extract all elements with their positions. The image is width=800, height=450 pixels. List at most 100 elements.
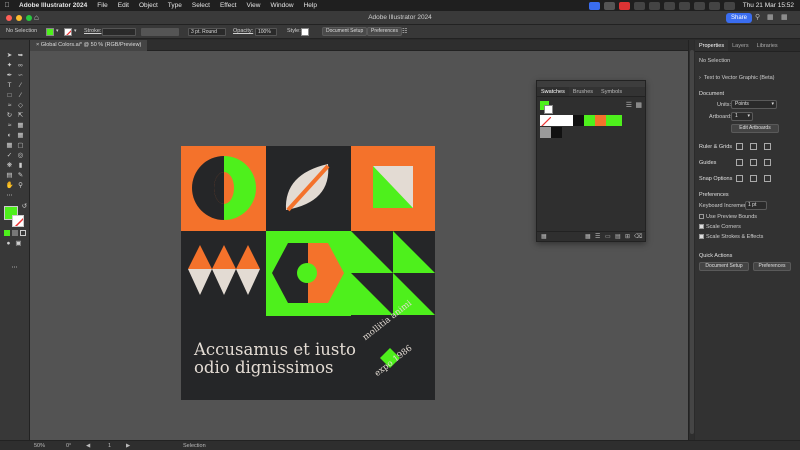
grid-icon[interactable] xyxy=(750,143,757,150)
swatch-options-icon[interactable]: ☰ xyxy=(595,233,600,240)
document-tab-label[interactable]: Global Colors.ai* @ 50 % (RGB/Preview) xyxy=(41,42,142,48)
fill-color-swatch[interactable] xyxy=(46,28,54,36)
snap-to-point-icon[interactable] xyxy=(736,175,743,182)
swatch-gray[interactable] xyxy=(540,127,551,138)
share-button[interactable]: Share xyxy=(725,13,752,23)
art-tile-diamonds[interactable] xyxy=(181,231,266,316)
ruler-icon[interactable] xyxy=(736,143,743,150)
tab-symbols[interactable]: Symbols xyxy=(597,87,626,96)
gradient-tool-icon[interactable]: ▢ xyxy=(16,142,25,150)
zoom-tool-icon[interactable]: ⚲ xyxy=(16,182,25,190)
gradient-mode-icon[interactable] xyxy=(12,230,18,236)
grid-view-icon[interactable]: ▦ xyxy=(635,101,642,109)
menu-select[interactable]: Select xyxy=(187,2,215,9)
menu-file[interactable]: File xyxy=(92,2,112,9)
search-help-icon[interactable]: ⚲ xyxy=(755,13,764,22)
tray-icon-2[interactable] xyxy=(633,1,645,10)
blend-tool-icon[interactable]: ◎ xyxy=(16,152,25,160)
stroke-dropdown-icon[interactable]: ▾ xyxy=(74,28,77,34)
menu-window[interactable]: Window xyxy=(265,2,298,9)
menu-object[interactable]: Object xyxy=(134,2,163,9)
screen-mode-icon[interactable]: ▣ xyxy=(14,240,23,248)
color-mode-icon[interactable] xyxy=(4,230,10,236)
fill-dropdown-icon[interactable]: ▾ xyxy=(56,28,59,34)
menu-type[interactable]: Type xyxy=(163,2,187,9)
menu-clock[interactable]: Thu 21 Mar 15:52 xyxy=(743,2,794,9)
tray-icon-3[interactable] xyxy=(648,1,660,10)
art-tile-leaf[interactable] xyxy=(266,146,351,231)
swatch-none[interactable] xyxy=(540,115,551,126)
menu-edit[interactable]: Edit xyxy=(113,2,134,9)
artboard[interactable]: Accusamus et iusto odio dignissimos moll… xyxy=(181,146,435,400)
art-tile-hexagon[interactable] xyxy=(266,231,351,316)
control-center-icon[interactable] xyxy=(723,1,735,10)
quick-preferences-button[interactable]: Preferences xyxy=(753,262,791,271)
scale-corners-option[interactable]: Scale Corners xyxy=(699,224,741,230)
tab-swatches[interactable]: Swatches xyxy=(537,87,569,96)
tab-brushes[interactable]: Brushes xyxy=(569,87,597,96)
more-tools-icon[interactable]: ⋯ xyxy=(10,264,19,272)
zoom-tray-icon[interactable] xyxy=(588,1,600,10)
use-preview-bounds-option[interactable]: Use Preview Bounds xyxy=(699,214,757,220)
document-setup-button[interactable]: Document Setup xyxy=(322,27,368,36)
free-transform-tool-icon[interactable]: ▦ xyxy=(16,122,25,130)
art-tile-triangle[interactable] xyxy=(351,146,435,231)
edit-artboards-button[interactable]: Edit Artboards xyxy=(731,124,779,133)
panel-stroke-indicator[interactable] xyxy=(544,105,553,114)
menu-effect[interactable]: Effect xyxy=(215,2,242,9)
magic-wand-tool-icon[interactable]: ✦ xyxy=(5,62,14,70)
document-tab-close-icon[interactable]: × xyxy=(36,42,39,48)
draw-mode-icon[interactable]: ● xyxy=(4,240,13,248)
preferences-button[interactable]: Preferences xyxy=(367,27,402,36)
menu-app-name[interactable]: Adobe Illustrator 2024 xyxy=(14,2,92,9)
show-kinds-icon[interactable]: ▦ xyxy=(585,233,591,240)
next-artboard-icon[interactable]: ▶ xyxy=(126,443,130,449)
paintbrush-tool-icon[interactable]: ∕ xyxy=(16,92,25,100)
line-tool-icon[interactable]: ∕ xyxy=(16,82,25,90)
swatch-black[interactable] xyxy=(573,115,584,126)
stroke-none-swatch[interactable] xyxy=(64,28,72,36)
art-tile-circle[interactable] xyxy=(181,146,266,231)
workspace-switcher-icon[interactable]: ▦ xyxy=(781,13,790,22)
scale-corners-checkbox[interactable] xyxy=(699,224,704,229)
artboard-number[interactable]: 1 xyxy=(108,443,111,449)
quick-document-setup-button[interactable]: Document Setup xyxy=(699,262,749,271)
swatch-green[interactable] xyxy=(584,115,595,126)
new-swatch-icon[interactable]: ▤ xyxy=(615,233,621,240)
hand-tool-icon[interactable]: ✋ xyxy=(5,182,14,190)
slice-tool-icon[interactable]: ✎ xyxy=(16,172,25,180)
warp-tool-icon[interactable]: ≈ xyxy=(5,122,14,130)
tab-layers[interactable]: Layers xyxy=(728,40,753,51)
tray-icon-4[interactable] xyxy=(663,1,675,10)
selection-tool-icon[interactable]: ➤ xyxy=(5,52,14,60)
shape-builder-tool-icon[interactable]: ◐ xyxy=(5,132,14,140)
direct-selection-tool-icon[interactable]: ➥ xyxy=(16,52,25,60)
tab-properties[interactable]: Properties xyxy=(695,40,729,51)
swatch-registration[interactable] xyxy=(551,115,562,126)
rotate-tool-icon[interactable]: ↻ xyxy=(5,112,14,120)
mesh-tool-icon[interactable]: ▦ xyxy=(5,142,14,150)
battery-icon[interactable] xyxy=(678,1,690,10)
stroke-label[interactable]: Stroke: xyxy=(84,28,101,34)
arrange-docs-icon[interactable]: ▦ xyxy=(767,13,776,22)
units-select[interactable]: Points ▾ xyxy=(731,100,777,109)
pixel-grid-icon[interactable] xyxy=(764,143,771,150)
smart-guides-icon[interactable] xyxy=(764,159,771,166)
graphic-style-swatch[interactable] xyxy=(301,28,309,36)
list-view-icon[interactable]: ☰ xyxy=(626,101,632,109)
type-tool-icon[interactable]: T xyxy=(5,82,14,90)
apple-icon[interactable]:  xyxy=(0,2,14,9)
curvature-tool-icon[interactable]: ∽ xyxy=(16,72,25,80)
show-guides-icon[interactable] xyxy=(736,159,743,166)
swatch-white[interactable] xyxy=(562,115,573,126)
menu-view[interactable]: View xyxy=(241,2,265,9)
shaper-tool-icon[interactable]: ≈ xyxy=(5,102,14,110)
tab-libraries[interactable]: Libraries xyxy=(753,40,782,51)
vertical-scrollbar[interactable] xyxy=(688,40,694,440)
stroke-weight-field[interactable] xyxy=(102,28,136,36)
perspective-grid-tool-icon[interactable]: ▦ xyxy=(16,132,25,140)
snap-to-pixel-icon[interactable] xyxy=(764,175,771,182)
swap-fill-stroke-icon[interactable]: ↺ xyxy=(20,203,29,211)
keyboard-increment-field[interactable]: 1 pt xyxy=(745,201,767,210)
swatch-libraries-icon[interactable]: ▦ xyxy=(541,233,547,240)
